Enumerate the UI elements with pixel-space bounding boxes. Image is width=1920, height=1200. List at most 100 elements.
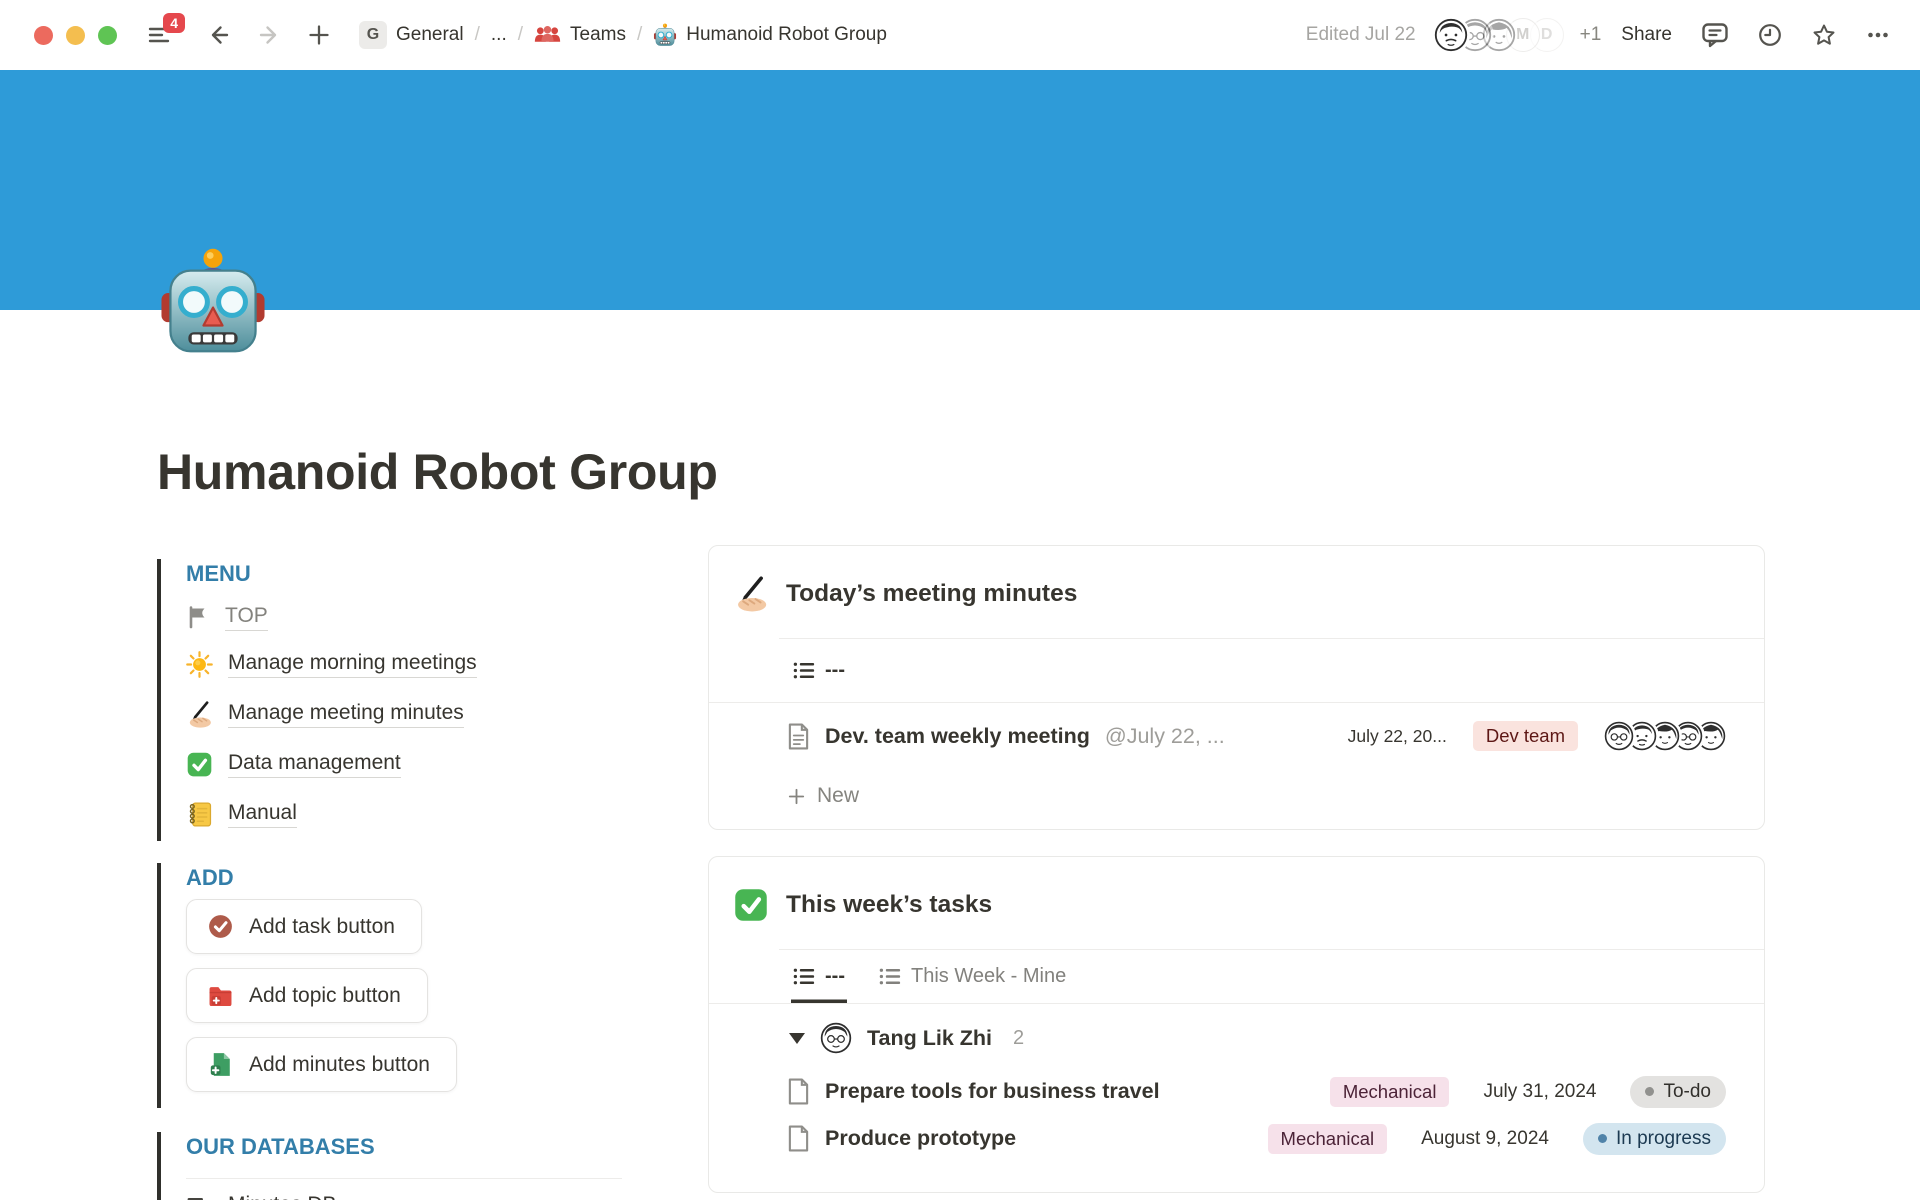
updates-button[interactable]	[1758, 23, 1782, 47]
clock-icon	[1758, 23, 1782, 47]
edited-timestamp: Edited Jul 22	[1306, 24, 1416, 46]
view-tab-default[interactable]: ---	[791, 950, 847, 1003]
sidebar-toggle-button[interactable]: 4	[147, 23, 171, 47]
add-minutes-button[interactable]: Add minutes button	[186, 1037, 457, 1092]
add-heading: ADD	[186, 865, 622, 899]
page-icon-robot[interactable]	[157, 246, 269, 358]
menu-item-label: Data management	[228, 751, 401, 778]
compose-icon	[186, 1193, 213, 1200]
forward-button[interactable]	[257, 23, 281, 47]
database-item-label: Minutes DB	[228, 1193, 337, 1200]
view-tab-default[interactable]: ---	[791, 639, 847, 702]
flag-icon	[186, 605, 210, 629]
task-properties: Mechanical July 31, 2024 To-do	[1330, 1076, 1726, 1108]
collapse-triangle-icon[interactable]	[789, 1033, 805, 1044]
view-tab-label: ---	[825, 659, 845, 682]
task-date: August 9, 2024	[1421, 1128, 1549, 1150]
menu-item-data-management[interactable]: Data management	[186, 739, 622, 789]
new-meeting-button[interactable]: New	[709, 769, 1764, 823]
page-content: MENU TOP Manage morning meetings Manage …	[157, 559, 1765, 1200]
task-row[interactable]: Produce prototype Mechanical August 9, 2…	[709, 1115, 1764, 1162]
comments-button[interactable]	[1702, 23, 1728, 48]
notification-badge: 4	[163, 13, 185, 33]
toolbar: 4 G General / ... / Teams / H	[0, 0, 1920, 70]
toolbar-right: Edited Jul 22 M D +1 Share	[1306, 18, 1890, 52]
status-dot	[1598, 1134, 1607, 1143]
databases-section: OUR DATABASES Minutes DB	[157, 1132, 622, 1200]
avatar	[1434, 18, 1468, 52]
breadcrumb-workspace[interactable]: G General	[359, 21, 464, 49]
breadcrumb-teams-label: Teams	[570, 24, 626, 46]
card-title: This week’s tasks	[786, 891, 992, 919]
breadcrumb-ellipsis[interactable]: ...	[491, 24, 507, 46]
comment-icon	[1702, 23, 1728, 48]
breadcrumb-page-label: Humanoid Robot Group	[686, 24, 887, 46]
page-icon	[787, 1078, 810, 1105]
folder-plus-icon	[207, 982, 234, 1009]
meeting-date-mention: @July 22, ...	[1105, 724, 1225, 749]
menu-item-top[interactable]: TOP	[186, 595, 622, 639]
add-topic-button[interactable]: Add topic button	[186, 968, 428, 1023]
add-task-button[interactable]: Add task button	[186, 899, 422, 954]
avatar-overflow-count[interactable]: +1	[1580, 24, 1602, 46]
share-button[interactable]: Share	[1621, 24, 1672, 46]
collaborator-avatars[interactable]: M D	[1434, 18, 1564, 52]
database-item-minutes-db[interactable]: Minutes DB	[186, 1179, 622, 1200]
avatar	[1604, 721, 1634, 751]
forward-icon	[257, 23, 281, 47]
writing-hand-icon	[186, 701, 213, 728]
menu-item-morning-meetings[interactable]: Manage morning meetings	[186, 639, 622, 689]
menu-item-meeting-minutes[interactable]: Manage meeting minutes	[186, 689, 622, 739]
breadcrumb-separator: /	[473, 24, 482, 46]
add-topic-button-label: Add topic button	[249, 984, 401, 1008]
card-header: Today’s meeting minutes	[709, 546, 1764, 612]
task-row[interactable]: Prepare tools for business travel Mechan…	[709, 1068, 1764, 1115]
weekly-tasks-card: This week’s tasks --- This Week - Mine	[708, 856, 1765, 1193]
more-button[interactable]	[1866, 23, 1890, 47]
app-window: 4 G General / ... / Teams / H	[0, 0, 1920, 1200]
green-check-icon	[733, 887, 769, 923]
new-page-button[interactable]	[307, 23, 331, 47]
writing-hand-icon	[733, 576, 769, 612]
add-task-button-label: Add task button	[249, 915, 395, 939]
minimize-window-button[interactable]	[66, 26, 85, 45]
meeting-date: July 22, 20...	[1348, 726, 1447, 747]
menu-item-label: Manual	[228, 801, 297, 828]
left-column: MENU TOP Manage morning meetings Manage …	[157, 559, 622, 1200]
menu-item-label: TOP	[225, 604, 268, 631]
status-label: To-do	[1663, 1081, 1711, 1103]
breadcrumb-page[interactable]: Humanoid Robot Group	[653, 23, 887, 47]
card-header: This week’s tasks	[709, 857, 1764, 923]
page-icon	[787, 723, 810, 750]
meeting-title: Dev. team weekly meeting	[825, 724, 1090, 749]
meeting-row[interactable]: Dev. team weekly meeting @July 22, ... J…	[709, 703, 1764, 769]
back-button[interactable]	[207, 23, 231, 47]
group-count: 2	[1013, 1027, 1024, 1050]
view-tab-label: This Week - Mine	[911, 965, 1066, 988]
menu-item-manual[interactable]: Manual	[186, 789, 622, 839]
favorite-button[interactable]	[1812, 23, 1836, 47]
page-title: Humanoid Robot Group	[157, 443, 1765, 501]
view-tab-this-week-mine[interactable]: This Week - Mine	[877, 950, 1068, 1003]
task-tag: Mechanical	[1330, 1077, 1450, 1107]
meeting-attendees	[1604, 721, 1726, 751]
breadcrumb-separator: /	[635, 24, 644, 46]
task-list: Prepare tools for business travel Mechan…	[709, 1068, 1764, 1192]
view-tabs: ---	[709, 639, 1764, 703]
workspace-icon: G	[359, 21, 387, 49]
task-title: Prepare tools for business travel	[825, 1079, 1160, 1104]
page-cover	[0, 70, 1920, 310]
menu-section: MENU TOP Manage morning meetings Manage …	[157, 559, 622, 841]
new-button-label: New	[817, 784, 859, 808]
breadcrumb-teams[interactable]: Teams	[534, 24, 626, 46]
close-window-button[interactable]	[34, 26, 53, 45]
right-column: Today’s meeting minutes --- Dev. team we…	[708, 545, 1765, 1193]
add-minutes-button-label: Add minutes button	[249, 1053, 430, 1077]
plus-icon	[787, 787, 806, 806]
zoom-window-button[interactable]	[98, 26, 117, 45]
task-group-header: Tang Lik Zhi 2	[709, 1004, 1764, 1068]
add-section: ADD Add task button Add topic button Add…	[157, 863, 622, 1108]
plus-icon	[307, 23, 331, 47]
breadcrumb: G General / ... / Teams / Humanoid Robot…	[359, 21, 887, 49]
ledger-icon	[186, 801, 213, 828]
